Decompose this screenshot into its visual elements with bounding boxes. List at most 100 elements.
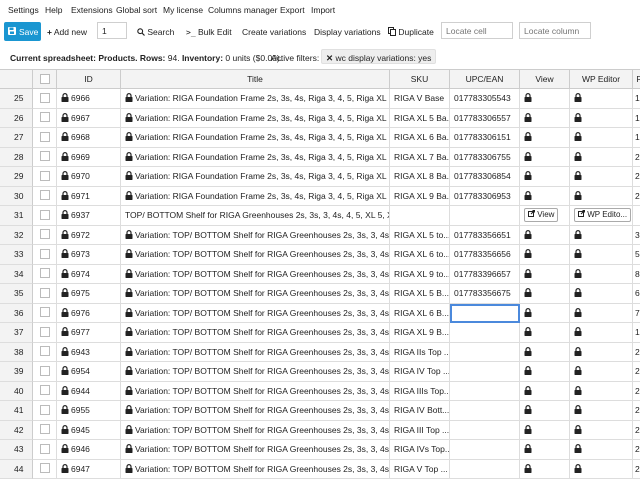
r-cell[interactable]: 1 (633, 128, 640, 148)
title-cell[interactable]: TOP/ BOTTOM Shelf for RIGA Greenhouses 2… (121, 206, 390, 226)
row-checkbox[interactable] (40, 268, 50, 278)
wp-editor-cell[interactable] (570, 265, 633, 285)
upc-cell[interactable] (450, 206, 520, 226)
row-checkbox[interactable] (40, 171, 50, 181)
r-cell[interactable]: 2 (633, 440, 640, 460)
create-variations-button[interactable]: Create variations (242, 27, 306, 37)
sku-cell[interactable]: RIGA XL 6 B... (390, 304, 450, 324)
r-cell[interactable]: 2 (633, 421, 640, 441)
r-cell[interactable]: 2 (633, 148, 640, 168)
row-select-cell[interactable] (33, 109, 57, 129)
row-select-cell[interactable] (33, 206, 57, 226)
sku-cell[interactable]: RIGA XL 6 Ba... (390, 128, 450, 148)
upc-cell[interactable]: 017783396657 (450, 265, 520, 285)
header-title[interactable]: Title (121, 70, 390, 89)
id-cell[interactable]: 6954 (57, 362, 121, 382)
locate-cell-input[interactable] (441, 22, 513, 39)
row-select-cell[interactable] (33, 401, 57, 421)
header-select-all[interactable] (33, 70, 57, 89)
r-cell[interactable]: 2 (633, 343, 640, 363)
row-select-cell[interactable] (33, 421, 57, 441)
title-cell[interactable]: Variation: TOP/ BOTTOM Shelf for RIGA Gr… (121, 382, 390, 402)
remove-filter-icon[interactable]: ✕ (326, 53, 333, 63)
menu-global-sort[interactable]: Global sort (116, 5, 157, 15)
row-checkbox[interactable] (40, 229, 50, 239)
row-number[interactable]: 38 (0, 343, 33, 363)
wp-editor-button[interactable]: WP Edito... (574, 208, 631, 222)
row-select-cell[interactable] (33, 245, 57, 265)
view-cell[interactable] (520, 109, 570, 129)
row-number[interactable]: 43 (0, 440, 33, 460)
view-cell[interactable] (520, 187, 570, 207)
row-checkbox[interactable] (40, 132, 50, 142)
sku-cell[interactable]: RIGA IV Bott... (390, 401, 450, 421)
wp-editor-cell[interactable] (570, 226, 633, 246)
upc-cell[interactable]: 017783306854 (450, 167, 520, 187)
locate-column-input[interactable] (519, 22, 591, 39)
row-number[interactable]: 33 (0, 245, 33, 265)
id-cell[interactable]: 6972 (57, 226, 121, 246)
r-cell[interactable]: 1 (633, 323, 640, 343)
sku-cell[interactable] (390, 206, 450, 226)
upc-cell[interactable] (450, 304, 520, 324)
wp-editor-cell[interactable] (570, 382, 633, 402)
row-checkbox[interactable] (40, 93, 50, 103)
row-number[interactable]: 28 (0, 148, 33, 168)
id-cell[interactable]: 6973 (57, 245, 121, 265)
upc-cell[interactable]: 017783306755 (450, 148, 520, 168)
id-cell[interactable]: 6947 (57, 460, 121, 479)
view-cell[interactable] (520, 148, 570, 168)
row-number[interactable]: 35 (0, 284, 33, 304)
wp-editor-cell[interactable] (570, 128, 633, 148)
row-select-cell[interactable] (33, 226, 57, 246)
header-r[interactable]: R (633, 70, 640, 89)
title-cell[interactable]: Variation: TOP/ BOTTOM Shelf for RIGA Gr… (121, 284, 390, 304)
r-cell[interactable]: 1 (633, 89, 640, 109)
row-number[interactable]: 41 (0, 401, 33, 421)
id-cell[interactable]: 6969 (57, 148, 121, 168)
id-cell[interactable]: 6974 (57, 265, 121, 285)
wp-editor-cell[interactable] (570, 323, 633, 343)
row-checkbox[interactable] (40, 112, 50, 122)
view-cell[interactable] (520, 362, 570, 382)
wp-editor-cell[interactable] (570, 304, 633, 324)
sku-cell[interactable]: RIGA XL 9 to... (390, 265, 450, 285)
sku-cell[interactable]: RIGA IV Top ... (390, 362, 450, 382)
wp-editor-cell[interactable] (570, 460, 633, 479)
r-cell[interactable]: 3 (633, 226, 640, 246)
row-checkbox[interactable] (40, 190, 50, 200)
add-new-button[interactable]: + Add new (47, 27, 87, 37)
row-number[interactable]: 34 (0, 265, 33, 285)
id-cell[interactable]: 6968 (57, 128, 121, 148)
title-cell[interactable]: Variation: RIGA Foundation Frame 2s, 3s,… (121, 187, 390, 207)
upc-cell[interactable] (450, 382, 520, 402)
header-wp-editor[interactable]: WP Editor (570, 70, 633, 89)
view-cell[interactable] (520, 167, 570, 187)
view-cell[interactable] (520, 128, 570, 148)
view-cell[interactable] (520, 265, 570, 285)
duplicate-button[interactable]: Duplicate (388, 27, 434, 37)
view-cell[interactable] (520, 343, 570, 363)
row-select-cell[interactable] (33, 343, 57, 363)
row-checkbox[interactable] (40, 366, 50, 376)
r-cell[interactable]: 7 (633, 304, 640, 324)
upc-cell[interactable]: 017783306953 (450, 187, 520, 207)
upc-cell[interactable]: 017783306557 (450, 109, 520, 129)
upc-cell[interactable]: 017783356675 (450, 284, 520, 304)
id-cell[interactable]: 6946 (57, 440, 121, 460)
sku-cell[interactable]: RIGA XL 9 Ba... (390, 187, 450, 207)
wp-editor-cell[interactable] (570, 440, 633, 460)
row-number[interactable]: 42 (0, 421, 33, 441)
sku-cell[interactable]: RIGA IIIs Top... (390, 382, 450, 402)
row-select-cell[interactable] (33, 362, 57, 382)
menu-extensions[interactable]: Extensions (71, 5, 113, 15)
select-all-checkbox[interactable] (40, 74, 50, 84)
id-cell[interactable]: 6944 (57, 382, 121, 402)
row-checkbox[interactable] (40, 424, 50, 434)
r-cell[interactable]: 6 (633, 284, 640, 304)
row-number[interactable]: 30 (0, 187, 33, 207)
filter-chip[interactable]: ✕ wc display variations: yes (321, 49, 436, 64)
sku-cell[interactable]: RIGA V Base (390, 89, 450, 109)
header-id[interactable]: ID (57, 70, 121, 89)
add-count-input[interactable] (97, 22, 127, 39)
